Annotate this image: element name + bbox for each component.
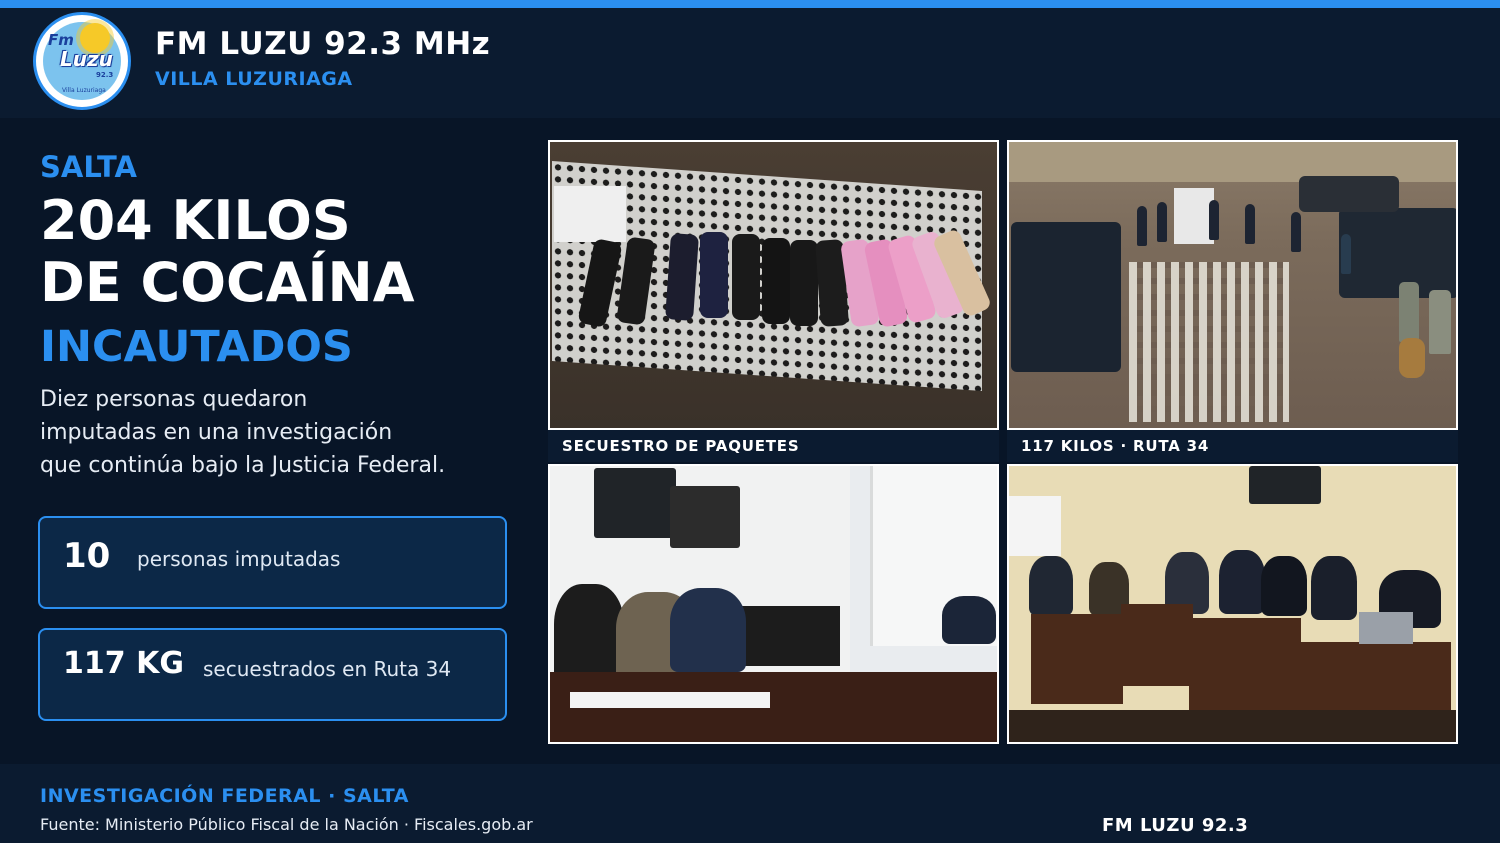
station-name: FM LUZU 92.3 MHz [155,26,491,62]
officer [1429,290,1451,354]
logo-luzu-text: Luzu [60,47,113,71]
logo-frequency-text: 92.3 [96,71,114,79]
officer [1291,212,1301,252]
computer-monitor [740,606,840,666]
person-seated [554,584,624,684]
photo-packages-on-grate [548,140,999,430]
desk [1189,618,1301,714]
package [790,240,818,326]
story-description: Diez personas quedaron imputadas en una … [40,383,510,482]
package [700,232,728,318]
equipment-rack [670,486,740,548]
package [665,233,699,321]
footer-brand: FM LUZU 92.3 [1102,815,1249,836]
stat-value: 117 KG [63,646,184,681]
person-seated [670,588,746,672]
officer [1137,206,1147,246]
station-logo: Fm Luzu 92.3 Villa Luzuriaga [33,12,131,110]
officer [1157,202,1167,242]
stat-card-kilos: 117 KG secuestrados en Ruta 34 [38,628,507,721]
officer [1399,282,1419,342]
whiteboard [1009,496,1061,556]
wooden-bench [550,672,997,742]
station-locality: VILLA LUZURIAGA [155,68,353,90]
headline-line-1: 204 KILOS [40,189,351,252]
person-seated [1261,556,1307,616]
police-truck [1011,222,1121,372]
headline-line-2: DE COCAÍNA [40,251,415,314]
package [732,234,760,320]
person-seated [1029,556,1073,616]
top-accent-bar [0,0,1500,8]
desk [1031,614,1123,704]
description-line: que continúa bajo la Justicia Federal. [40,453,446,478]
laptop [1359,612,1413,644]
description-line: Diez personas quedaron [40,387,308,412]
video-monitor [594,468,676,538]
description-line: imputadas en una investigación [40,420,393,445]
person-seated [942,596,996,644]
officer [1209,200,1219,240]
story-kicker: SALTA [40,150,137,184]
photo-caption: SECUESTRO DE PAQUETES [548,430,999,462]
stat-value: 10 [63,536,111,576]
officer [1341,234,1351,274]
banner [1174,188,1214,244]
headline-accent: INCAUTADOS [40,322,353,372]
officer [1245,204,1255,244]
video-monitor [1249,466,1321,504]
headline: 204 KILOS DE COCAÍNA [40,190,415,314]
person-seated [1219,550,1265,614]
stat-label: secuestrados en Ruta 34 [203,657,452,681]
photo-caption: 117 KILOS · RUTA 34 [1007,430,1458,462]
logo-place-text: Villa Luzuriaga [62,87,106,94]
desk [1121,604,1193,686]
footer-title: INVESTIGACIÓN FEDERAL · SALTA [40,785,409,807]
papers [570,692,770,708]
header [0,8,1500,118]
photo-courtroom-defendants [1007,464,1458,744]
photo-courtroom-hearing [548,464,999,744]
person-seated [1311,556,1357,620]
stat-card-imputados: 10 personas imputadas [38,516,507,609]
photo-aerial-seizure [1007,140,1458,430]
floor [1009,710,1456,742]
pickup-truck [1299,176,1399,212]
footer-source: Fuente: Ministerio Público Fiscal de la … [40,815,533,834]
dog [1399,338,1425,378]
document-paper [554,186,626,242]
seized-bricks [1129,262,1289,422]
stat-label: personas imputadas [137,547,341,571]
package [762,238,790,324]
